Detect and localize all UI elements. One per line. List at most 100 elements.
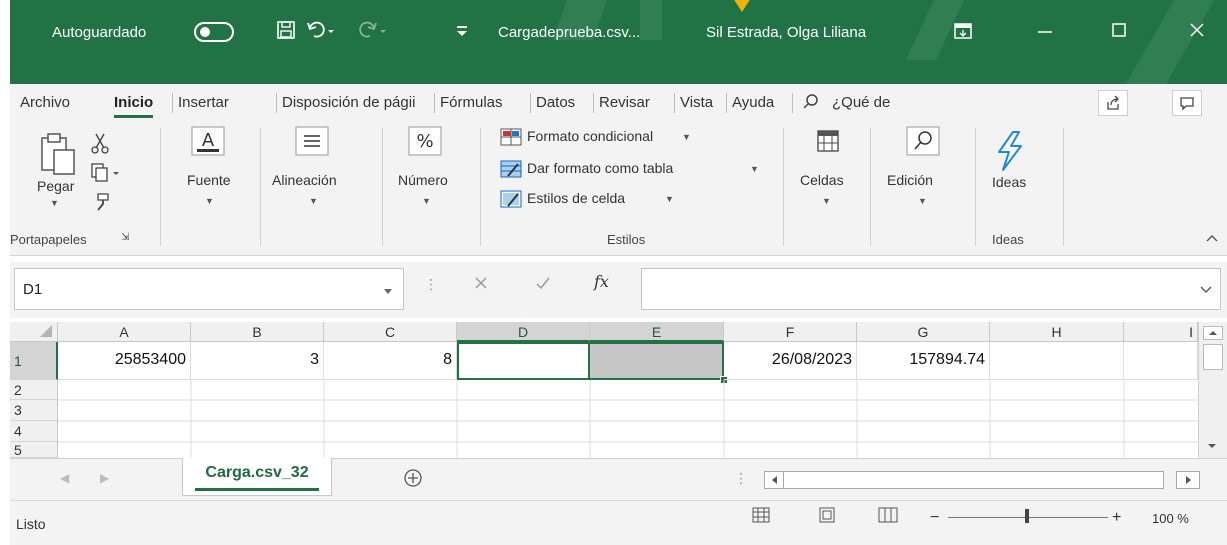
conditional-format-icon[interactable] — [500, 128, 522, 149]
row-header-1[interactable]: 1 — [10, 342, 58, 380]
redo-icon[interactable] — [358, 20, 388, 44]
row-header-3[interactable]: 3 — [10, 400, 58, 421]
column-header-b[interactable]: B — [191, 322, 324, 342]
scroll-thumb[interactable] — [1203, 344, 1223, 370]
alignment-button[interactable]: Alineación — [272, 172, 337, 188]
name-box[interactable]: D1 — [14, 268, 404, 310]
warning-arrow-icon — [733, 0, 751, 12]
format-as-table-icon[interactable] — [500, 160, 522, 181]
tell-me-input[interactable]: ¿Qué de — [832, 94, 890, 111]
tab-vista[interactable]: Vista — [680, 94, 713, 111]
number-format-icon[interactable]: % — [408, 126, 442, 159]
prev-sheet-icon[interactable]: ◀ — [60, 471, 69, 485]
tab-archivo[interactable]: Archivo — [20, 94, 70, 111]
expand-formula-icon[interactable] — [1200, 283, 1212, 298]
autosave-toggle[interactable] — [194, 22, 234, 42]
tab-revisar[interactable]: Revisar — [599, 94, 650, 111]
cell-a1[interactable]: 25853400 — [58, 342, 191, 380]
vertical-scrollbar[interactable] — [1198, 322, 1227, 458]
formula-bar-grip-icon[interactable]: ⋮ — [424, 276, 438, 293]
page-break-view-icon[interactable] — [878, 507, 898, 526]
cell-styles-icon[interactable] — [500, 190, 522, 211]
copy-icon[interactable] — [90, 162, 122, 185]
sheet-tab-active[interactable]: Carga.csv_32 — [182, 458, 332, 496]
page-layout-view-icon[interactable] — [818, 507, 836, 526]
cut-icon[interactable] — [90, 132, 110, 157]
column-header-d[interactable]: D — [457, 322, 590, 342]
zoom-out-button[interactable]: − — [930, 509, 939, 527]
next-sheet-icon[interactable]: ▶ — [100, 471, 109, 485]
normal-view-icon[interactable] — [752, 507, 770, 526]
editing-search-icon[interactable] — [906, 126, 940, 159]
scroll-up-button[interactable] — [1203, 326, 1223, 340]
ideas-lightning-icon[interactable] — [991, 130, 1029, 175]
zoom-level[interactable]: 100 % — [1152, 511, 1189, 526]
empty-cells-grid[interactable] — [58, 380, 1198, 458]
zoom-slider-thumb[interactable] — [1025, 509, 1029, 523]
column-header-g[interactable]: G — [857, 322, 990, 342]
user-name[interactable]: Sil Estrada, Olga Liliana — [706, 24, 866, 41]
close-icon[interactable] — [1188, 20, 1206, 44]
scroll-down-button[interactable] — [1203, 440, 1223, 454]
font-button[interactable]: Fuente — [187, 172, 231, 188]
editing-button[interactable]: Edición — [887, 172, 933, 188]
confirm-entry-icon[interactable] — [535, 276, 551, 293]
share-button[interactable] — [1098, 90, 1128, 116]
tab-split-grip-icon[interactable]: ⋮ — [734, 470, 748, 487]
cell-d1[interactable] — [457, 342, 590, 380]
format-as-table-button[interactable]: Dar formato como tabla — [527, 160, 673, 176]
zoom-in-button[interactable]: + — [1112, 509, 1121, 527]
search-icon[interactable] — [802, 93, 820, 115]
row-header-2[interactable]: 2 — [10, 380, 58, 400]
collapse-ribbon-icon[interactable] — [1206, 232, 1218, 246]
tab-disposicion[interactable]: Disposición de págii — [282, 94, 415, 111]
tab-datos[interactable]: Datos — [536, 94, 575, 111]
ideas-button[interactable]: Ideas — [992, 174, 1026, 190]
tab-ayuda[interactable]: Ayuda — [732, 94, 774, 111]
dialog-launcher-icon[interactable]: ⇲ — [121, 232, 129, 243]
comments-button[interactable] — [1172, 90, 1202, 116]
cell-g1[interactable]: 157894.74 — [857, 342, 990, 380]
paste-icon[interactable] — [40, 132, 76, 179]
tab-inicio[interactable]: Inicio — [114, 94, 154, 118]
cells-button[interactable]: Celdas — [800, 172, 844, 188]
column-header-h[interactable]: H — [990, 322, 1124, 342]
cancel-entry-icon[interactable] — [474, 276, 488, 293]
scroll-right-button[interactable] — [1176, 471, 1200, 489]
column-header-i[interactable]: I — [1124, 322, 1198, 342]
name-box-dropdown-icon[interactable] — [383, 283, 393, 298]
conditional-format-button[interactable]: Formato condicional — [527, 128, 653, 144]
cell-b1[interactable]: 3 — [191, 342, 324, 380]
cell-f1[interactable]: 26/08/2023 — [724, 342, 857, 380]
minimize-icon[interactable] — [1036, 20, 1054, 44]
row-header-5[interactable]: 5 — [10, 442, 58, 458]
column-header-a[interactable]: A — [58, 322, 191, 342]
formula-input[interactable] — [641, 268, 1221, 310]
column-header-c[interactable]: C — [324, 322, 457, 342]
row-header-4[interactable]: 4 — [10, 421, 58, 442]
cells-icon[interactable] — [815, 128, 841, 157]
save-icon[interactable] — [276, 20, 296, 44]
cell-styles-button[interactable]: Estilos de celda — [527, 190, 625, 206]
select-all-corner[interactable] — [10, 322, 58, 342]
column-header-e[interactable]: E — [590, 322, 724, 342]
number-button[interactable]: Número — [398, 172, 448, 188]
horizontal-scrollbar[interactable] — [764, 471, 1164, 489]
cell-h1[interactable] — [990, 342, 1124, 380]
cell-c1[interactable]: 8 — [324, 342, 457, 380]
undo-icon[interactable] — [306, 20, 336, 44]
column-header-f[interactable]: F — [724, 322, 857, 342]
cell-i1[interactable] — [1124, 342, 1198, 380]
cell-e1[interactable] — [590, 342, 724, 380]
customize-toolbar-icon[interactable] — [455, 22, 469, 43]
tab-formulas[interactable]: Fórmulas — [440, 94, 503, 111]
paste-button[interactable]: Pegar — [37, 178, 74, 194]
font-icon[interactable]: A — [191, 126, 225, 159]
tab-insertar[interactable]: Insertar — [178, 94, 229, 111]
maximize-icon[interactable] — [1110, 20, 1128, 44]
format-painter-icon[interactable] — [92, 190, 114, 215]
ribbon-display-icon[interactable] — [953, 22, 973, 44]
insert-function-icon[interactable]: fx — [594, 272, 609, 291]
add-sheet-icon[interactable] — [402, 467, 424, 492]
alignment-icon[interactable] — [295, 126, 329, 159]
